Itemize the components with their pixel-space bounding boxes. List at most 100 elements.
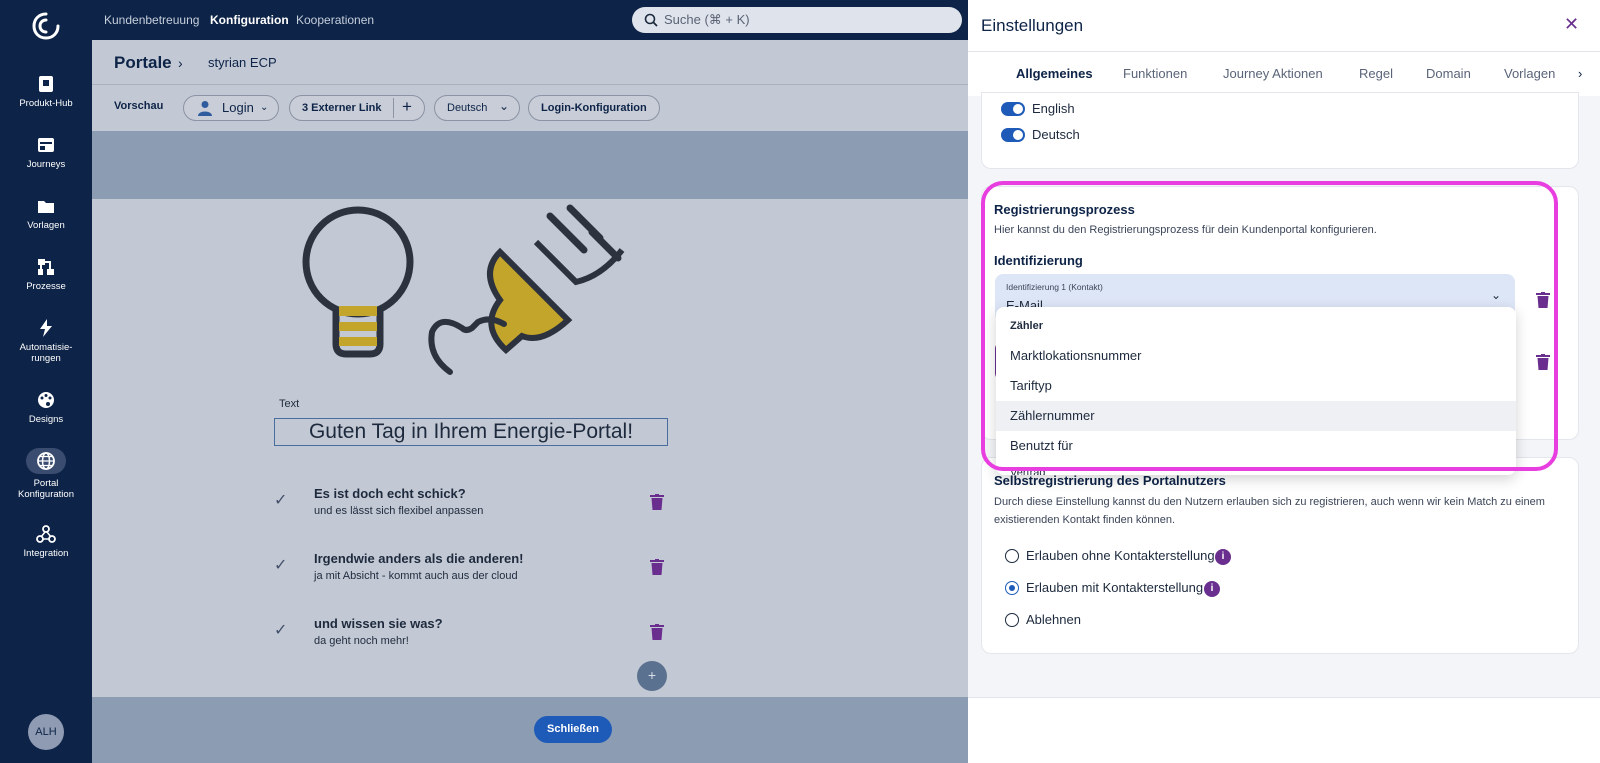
- rail-item-portal-konfiguration[interactable]: Portal Konfiguration: [0, 448, 92, 500]
- journeys-icon: [38, 138, 54, 152]
- toggle-label: Deutsch: [1032, 127, 1080, 142]
- tab-allgemeines[interactable]: Allgemeines: [1016, 66, 1093, 81]
- search-placeholder: Suche (⌘ + K): [664, 12, 750, 27]
- rail-label-line2: rungen: [31, 353, 61, 364]
- chevron-down-icon: ⌄: [260, 102, 269, 113]
- greeting-text[interactable]: Guten Tag in Ihrem Energie-Portal!: [274, 418, 668, 446]
- language-select[interactable]: Deutsch ⌄: [434, 95, 520, 121]
- self-registration-title: Selbstregistrierung des Portalnutzers: [994, 473, 1226, 488]
- rail-label: Integration: [23, 548, 69, 559]
- trash-icon[interactable]: [650, 624, 664, 640]
- login-select-value: Login: [222, 100, 254, 115]
- user-icon: [198, 101, 212, 116]
- panel-header: Einstellungen ✕: [968, 0, 1600, 52]
- nav-link-konfiguration[interactable]: Konfiguration: [210, 13, 289, 27]
- divider: [393, 98, 394, 118]
- add-link-button[interactable]: +: [402, 95, 412, 119]
- highlight-annotation: [981, 181, 1558, 471]
- rail-label: Designs: [28, 414, 64, 425]
- avatar[interactable]: ALH: [28, 714, 64, 750]
- page-title[interactable]: Portale: [114, 53, 172, 73]
- external-link-group: 3 Externer Link +: [289, 95, 425, 121]
- preview-footer: [92, 697, 968, 763]
- active-indicator: [26, 448, 66, 474]
- feature-title: Irgendwie anders als die anderen!: [314, 551, 524, 566]
- self-registration-card: Selbstregistrierung des Portalnutzers Du…: [981, 457, 1579, 654]
- info-icon[interactable]: i: [1215, 549, 1231, 565]
- radio-allow-with-contact[interactable]: [1005, 581, 1019, 595]
- rail-item-integration[interactable]: Integration: [0, 524, 92, 559]
- app-logo-icon[interactable]: [30, 10, 62, 42]
- search-icon: [644, 13, 658, 27]
- toggle-deutsch[interactable]: [1001, 128, 1025, 142]
- rail-label-line1: Automatisie-: [19, 342, 73, 353]
- rail-item-vorlagen[interactable]: Vorlagen: [0, 196, 92, 231]
- rail-label: Journeys: [26, 159, 66, 170]
- feature-title: und wissen sie was?: [314, 616, 443, 631]
- info-icon[interactable]: i: [1204, 581, 1220, 597]
- rail-label: Vorlagen: [27, 220, 65, 231]
- chevron-right-icon: ›: [178, 55, 183, 71]
- feature-subtitle: da geht noch mehr!: [314, 635, 409, 647]
- preview-banner: [92, 131, 968, 199]
- radio-label: Erlauben mit Kontakterstellung: [1026, 580, 1204, 595]
- rail-label-line1: Portal: [33, 478, 59, 489]
- nav-link-kundenbetreuung[interactable]: Kundenbetreuung: [104, 13, 199, 27]
- trash-icon[interactable]: [650, 494, 664, 510]
- feature-item[interactable]: ✓ Es ist doch echt schick? und es lässt …: [274, 486, 674, 522]
- radio-label: Erlauben ohne Kontakterstellung: [1026, 548, 1215, 563]
- settings-tabs: Allgemeines Funktionen Journey Aktionen …: [968, 52, 1600, 96]
- preview-toolbar: Vorschau Login ⌄ 3 Externer Link + Deuts…: [92, 85, 968, 131]
- login-config-button[interactable]: Login-Konfiguration: [528, 95, 660, 121]
- check-icon: ✓: [274, 557, 288, 574]
- trash-icon[interactable]: [650, 559, 664, 575]
- webhook-icon: [36, 525, 56, 543]
- nav-link-kooperationen[interactable]: Kooperationen: [296, 13, 374, 27]
- check-icon: ✓: [274, 492, 288, 509]
- toggle-label: English: [1032, 101, 1075, 116]
- palette-icon: [38, 392, 54, 408]
- preview-label: Vorschau: [114, 100, 164, 112]
- feature-item[interactable]: ✓ und wissen sie was? da geht noch mehr!: [274, 616, 674, 652]
- breadcrumb-current: styrian ECP: [208, 55, 277, 70]
- text-block-tag: Text: [275, 397, 304, 411]
- chevron-down-icon: ⌄: [499, 99, 510, 113]
- login-select[interactable]: Login ⌄: [183, 95, 279, 121]
- rail-label-line2: Konfiguration: [18, 489, 74, 500]
- language-select-value: Deutsch: [447, 102, 488, 114]
- rail-label: Produkt-Hub: [19, 98, 73, 109]
- rail-item-automatisierungen[interactable]: Automatisie- rungen: [0, 318, 92, 364]
- tab-journey-aktionen[interactable]: Journey Aktionen: [1223, 66, 1323, 81]
- radio-allow-without-contact[interactable]: [1005, 549, 1019, 563]
- tab-vorlagen[interactable]: Vorlagen: [1504, 66, 1555, 81]
- close-button[interactable]: Schließen: [534, 716, 612, 743]
- add-feature-button[interactable]: +: [637, 661, 667, 691]
- side-rail: Produkt-Hub Journeys Vorlagen Prozesse A…: [0, 0, 92, 763]
- external-link-button[interactable]: 3 Externer Link: [302, 96, 381, 120]
- language-card: English Deutsch: [981, 92, 1579, 169]
- process-icon: [38, 259, 54, 275]
- rail-item-journeys[interactable]: Journeys: [0, 135, 92, 170]
- chevron-right-icon[interactable]: ›: [1578, 66, 1582, 81]
- rail-item-designs[interactable]: Designs: [0, 390, 92, 425]
- tab-domain[interactable]: Domain: [1426, 66, 1471, 81]
- close-icon[interactable]: ✕: [1564, 14, 1579, 35]
- toggle-english[interactable]: [1001, 102, 1025, 116]
- search-input[interactable]: Suche (⌘ + K): [632, 7, 962, 33]
- tab-regel[interactable]: Regel: [1359, 66, 1393, 81]
- globe-icon: [37, 452, 55, 470]
- panel-footer: [968, 697, 1600, 763]
- panel-title: Einstellungen: [981, 16, 1084, 35]
- check-icon: ✓: [274, 622, 288, 639]
- radio-label: Ablehnen: [1026, 612, 1081, 627]
- feature-item[interactable]: ✓ Irgendwie anders als die anderen! ja m…: [274, 551, 674, 587]
- rail-item-produkt-hub[interactable]: Produkt-Hub: [0, 74, 92, 109]
- feature-title: Es ist doch echt schick?: [314, 486, 466, 501]
- bulb-and-plug-illustration: [302, 204, 625, 375]
- tab-funktionen[interactable]: Funktionen: [1123, 66, 1187, 81]
- folder-icon: [38, 201, 54, 213]
- feature-subtitle: und es lässt sich flexibel anpassen: [314, 505, 484, 517]
- rail-label: Prozesse: [26, 281, 66, 292]
- radio-reject[interactable]: [1005, 613, 1019, 627]
- rail-item-prozesse[interactable]: Prozesse: [0, 257, 92, 292]
